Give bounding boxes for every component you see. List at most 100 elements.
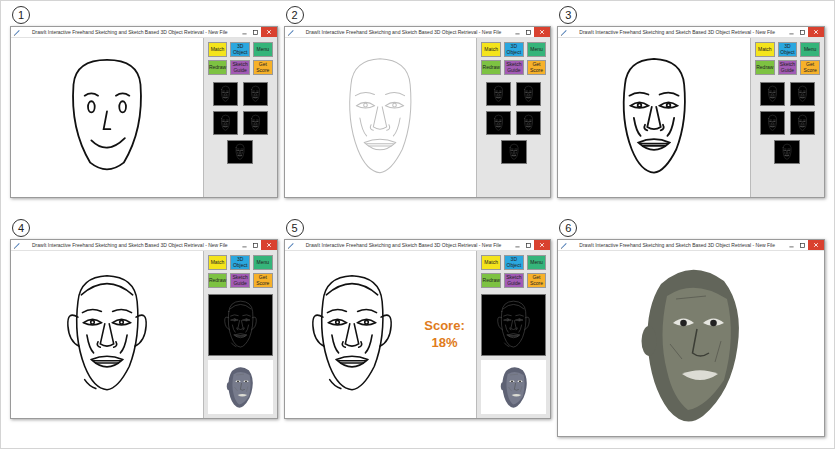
- toolbar-button[interactable]: Get Score: [527, 60, 547, 75]
- panel-label: 3: [557, 4, 825, 26]
- figure-panel: 6 DrawIt Interactive Freehand Sketching a…: [557, 217, 825, 437]
- toolbar-button[interactable]: Menu: [527, 42, 547, 57]
- toolbar-button[interactable]: Redraw: [208, 60, 228, 75]
- toolbar-button[interactable]: Sketch Guide: [778, 60, 798, 75]
- toolbar-button[interactable]: 3D Object: [230, 255, 250, 270]
- close-button[interactable]: [261, 240, 277, 250]
- sketch-thumbnail: [486, 82, 511, 106]
- panel-number: 4: [12, 219, 30, 237]
- sketch-thumbnail: [516, 111, 541, 135]
- sketch-thumbnail: [208, 294, 273, 356]
- panel-number: 1: [12, 6, 30, 24]
- window-controls: [512, 27, 550, 37]
- toolbar-button[interactable]: Get Score: [800, 60, 820, 75]
- window-controls: [786, 27, 824, 37]
- toolbar-button[interactable]: Match: [208, 42, 228, 57]
- toolbar-button[interactable]: Sketch Guide: [230, 273, 250, 288]
- toolbar-button[interactable]: Sketch Guide: [504, 60, 524, 75]
- toolbar-button[interactable]: Match: [481, 255, 501, 270]
- close-button[interactable]: [534, 27, 550, 37]
- toolbar-button[interactable]: Match: [208, 255, 228, 270]
- panel-label: 6: [557, 217, 825, 239]
- app-window: DrawIt Interactive Freehand Sketching an…: [10, 26, 278, 198]
- toolbar-button[interactable]: Sketch Guide: [504, 273, 524, 288]
- panel-label: 4: [10, 217, 278, 239]
- panel-number: 3: [559, 6, 577, 24]
- tool-sidebar: Match3D ObjectMenu RedrawSketch GuideGet …: [203, 251, 277, 418]
- toolbar-button[interactable]: Get Score: [527, 273, 547, 288]
- panel-label: 1: [10, 4, 278, 26]
- toolbar-button[interactable]: Redraw: [481, 60, 501, 75]
- head-model-preview: [220, 363, 260, 411]
- minimize-button[interactable]: [786, 240, 797, 250]
- toolbar-button[interactable]: Redraw: [481, 273, 501, 288]
- minimize-icon: [241, 29, 248, 36]
- model-preview-panel[interactable]: [481, 360, 546, 414]
- toolbar-button[interactable]: Menu: [253, 255, 273, 270]
- close-icon: [266, 242, 272, 248]
- toolbar-button[interactable]: Match: [755, 42, 775, 57]
- toolbar-button[interactable]: Match: [481, 42, 501, 57]
- close-button[interactable]: [808, 27, 824, 37]
- figure-panel: 5DrawIt Interactive Freehand Sketching a…: [284, 217, 552, 419]
- sketch-thumbnail: [760, 111, 785, 135]
- close-icon: [539, 29, 545, 35]
- maximize-button[interactable]: [523, 240, 534, 250]
- sketch-canvas[interactable]: [285, 38, 477, 197]
- toolbar-button[interactable]: Menu: [800, 42, 820, 57]
- minimize-button[interactable]: [239, 240, 250, 250]
- window-body: Match3D ObjectMenu RedrawSketch GuideGet …: [11, 251, 277, 418]
- toolbar-button[interactable]: Redraw: [208, 273, 228, 288]
- minimize-button[interactable]: [512, 240, 523, 250]
- sketch-canvas[interactable]: [11, 251, 203, 418]
- toolbar-button[interactable]: Menu: [527, 255, 547, 270]
- tool-sidebar: Match3D ObjectMenu RedrawSketch GuideGet …: [750, 38, 824, 197]
- toolbar-button[interactable]: Get Score: [253, 273, 273, 288]
- maximize-button[interactable]: [250, 240, 261, 250]
- window-body: Score:18% Match3D ObjectMenu RedrawSketch …: [285, 251, 551, 418]
- sketch-canvas[interactable]: Score:18%: [285, 251, 477, 418]
- toolbar-button[interactable]: 3D Object: [504, 42, 524, 57]
- title-bar: DrawIt Interactive Freehand Sketching an…: [11, 27, 277, 38]
- figure-panel: 1 DrawIt Interactive Freehand Sketching a…: [10, 4, 278, 198]
- close-button[interactable]: [261, 27, 277, 37]
- title-bar: DrawIt Interactive Freehand Sketching an…: [11, 240, 277, 251]
- maximize-button[interactable]: [797, 27, 808, 37]
- close-button[interactable]: [534, 240, 550, 250]
- window-body: Match3D ObjectMenu RedrawSketch GuideGet …: [11, 38, 277, 197]
- toolbar-button[interactable]: Menu: [253, 42, 273, 57]
- model-viewer[interactable]: [558, 251, 824, 436]
- minimize-button[interactable]: [239, 27, 250, 37]
- sketch-canvas[interactable]: [558, 38, 750, 197]
- window-body: Match3D ObjectMenu RedrawSketch GuideGet …: [558, 38, 824, 197]
- window-controls: [512, 240, 550, 250]
- head-model-render: [616, 254, 766, 434]
- model-preview-panel[interactable]: [208, 360, 273, 414]
- title-bar: DrawIt Interactive Freehand Sketching an…: [285, 27, 551, 38]
- toolbar-button[interactable]: 3D Object: [778, 42, 798, 57]
- window-body: [558, 251, 824, 436]
- window-body: Match3D ObjectMenu RedrawSketch GuideGet …: [285, 38, 551, 197]
- button-grid: Match3D ObjectMenu RedrawSketch GuideGet …: [208, 42, 273, 75]
- minimize-icon: [241, 242, 248, 249]
- window-title: DrawIt Interactive Freehand Sketching an…: [568, 243, 786, 248]
- toolbar-button[interactable]: 3D Object: [504, 255, 524, 270]
- minimize-icon: [514, 242, 521, 249]
- figure-panel: 3DrawIt Interactive Freehand Sketching a…: [557, 4, 825, 198]
- button-grid: Match3D ObjectMenu RedrawSketch GuideGet …: [481, 255, 546, 288]
- sketch-canvas[interactable]: [11, 38, 203, 197]
- app-icon: [560, 28, 568, 36]
- minimize-button[interactable]: [512, 27, 523, 37]
- sketch-thumbnail: [243, 111, 268, 135]
- toolbar-button[interactable]: Sketch Guide: [230, 60, 250, 75]
- title-bar: DrawIt Interactive Freehand Sketching an…: [558, 240, 824, 251]
- toolbar-button[interactable]: 3D Object: [230, 42, 250, 57]
- toolbar-button[interactable]: Get Score: [253, 60, 273, 75]
- close-button[interactable]: [808, 240, 824, 250]
- maximize-button[interactable]: [523, 27, 534, 37]
- toolbar-button[interactable]: Redraw: [755, 60, 775, 75]
- maximize-button[interactable]: [797, 240, 808, 250]
- minimize-icon: [514, 29, 521, 36]
- minimize-button[interactable]: [786, 27, 797, 37]
- maximize-button[interactable]: [250, 27, 261, 37]
